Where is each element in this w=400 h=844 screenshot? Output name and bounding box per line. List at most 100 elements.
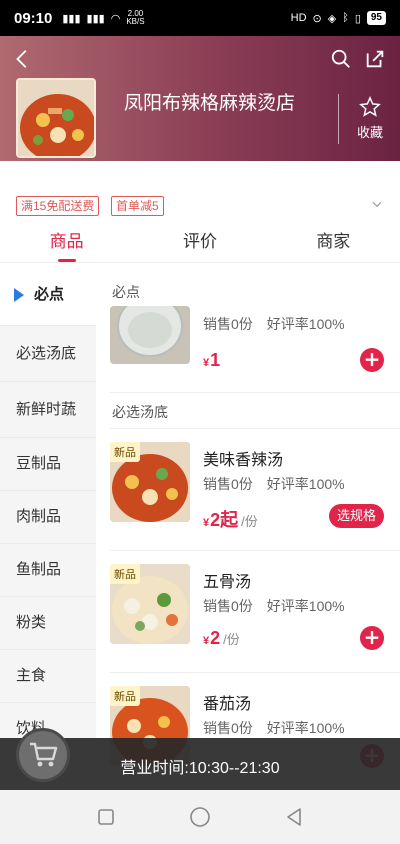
- category-sidebar: 必点 必选汤底 新鲜时蔬 豆制品 肉制品 鱼制品 粉类 主食 饮料: [0, 264, 96, 790]
- status-bar: 09:10 ▮▮▮ ▮▮▮ ◠ 2.00 KB/S HD ⊙ ◈ ᛒ ▯ 95: [0, 0, 400, 36]
- bluetooth-icon: ᛒ: [342, 12, 349, 24]
- promo-tag-first-order: 首单减5: [111, 196, 164, 216]
- sidebar-item-label: 肉制品: [16, 508, 62, 525]
- product-name: 番茄汤: [203, 696, 252, 713]
- product-unit: /份: [241, 514, 258, 529]
- selected-marker-icon: [14, 287, 24, 302]
- product-stats: 销售0份 好评率100%: [203, 596, 345, 616]
- system-nav-bar: [0, 790, 400, 844]
- search-icon[interactable]: [330, 48, 352, 70]
- vibrate-icon: ▯: [354, 12, 361, 25]
- sidebar-item-staple[interactable]: 主食: [0, 650, 96, 703]
- currency-symbol: ¥: [203, 357, 210, 369]
- back-icon[interactable]: [12, 48, 34, 70]
- sidebar-item-label: 豆制品: [16, 455, 62, 472]
- product-item[interactable]: 销售0份 好评率100% ¥1 +: [110, 306, 400, 386]
- sidebar-item-fish[interactable]: 鱼制品: [0, 544, 96, 597]
- status-time: 09:10: [14, 9, 53, 27]
- favorite-button[interactable]: 收藏: [352, 96, 388, 141]
- product-rating: 好评率100%: [266, 720, 345, 736]
- product-price-value: 2: [210, 628, 221, 648]
- wifi-icon: ◠: [110, 12, 121, 25]
- sidebar-item-noodles[interactable]: 粉类: [0, 597, 96, 650]
- sidebar-item-tofu[interactable]: 豆制品: [0, 438, 96, 491]
- chevron-down-icon[interactable]: [370, 197, 384, 211]
- share-icon[interactable]: [364, 48, 386, 70]
- new-badge: 新品: [110, 564, 140, 584]
- product-price-value: 2起: [210, 510, 239, 530]
- product-price-value: 1: [210, 350, 221, 370]
- store-header: 凤阳布辣格麻辣烫店 收藏: [0, 36, 400, 161]
- divider: [110, 672, 400, 673]
- add-to-cart-button[interactable]: +: [360, 626, 384, 650]
- promo-row: 满15免配送费 首单减5: [0, 161, 400, 223]
- section-title-soup-base: 必选汤底: [112, 404, 168, 420]
- header-nav: [0, 44, 400, 74]
- sidebar-item-label: 必选汤底: [16, 344, 77, 362]
- sidebar-item-label: 主食: [16, 667, 47, 684]
- battery-icon: 95: [366, 11, 386, 25]
- product-sales: 销售0份: [203, 598, 253, 614]
- sidebar-item-meat[interactable]: 肉制品: [0, 491, 96, 544]
- promo-tag-free-delivery: 满15免配送费: [16, 196, 100, 216]
- product-rating: 好评率100%: [266, 476, 345, 492]
- soup-bowl-icon: [18, 80, 94, 156]
- new-badge: 新品: [110, 686, 140, 706]
- product-stats: 销售0份 好评率100%: [203, 474, 345, 494]
- currency-symbol: ¥: [203, 517, 210, 529]
- sidebar-item-vegetables[interactable]: 新鲜时蔬: [0, 382, 96, 438]
- status-right-icons: HD ⊙ ◈ ᛒ ▯ 95: [291, 11, 386, 25]
- new-badge: 新品: [110, 442, 140, 462]
- product-price: ¥2/份: [203, 628, 240, 649]
- product-rating: 好评率100%: [266, 598, 345, 614]
- sidebar-item-label: 新鲜时蔬: [16, 400, 77, 418]
- cup-icon: [110, 306, 190, 364]
- recent-apps-icon[interactable]: [97, 808, 115, 826]
- store-name: 凤阳布辣格麻辣烫店: [124, 93, 296, 114]
- sidebar-item-label: 粉类: [16, 614, 47, 631]
- network-speed: 2.00 KB/S: [126, 9, 145, 26]
- product-sales: 销售0份: [203, 316, 253, 332]
- product-price: ¥1: [203, 350, 220, 371]
- location-icon: ◈: [327, 12, 337, 25]
- product-stats: 销售0份 好评率100%: [203, 718, 345, 738]
- divider: [110, 392, 400, 393]
- currency-symbol: ¥: [203, 635, 210, 647]
- cart-bar: 营业时间:10:30--21:30: [0, 728, 400, 790]
- tab-merchant[interactable]: 商家: [267, 223, 400, 262]
- product-sales: 销售0份: [203, 476, 253, 492]
- select-spec-button[interactable]: 选规格: [328, 504, 384, 528]
- hd-icon: HD: [290, 12, 307, 24]
- product-name: 美味香辣汤: [203, 452, 284, 469]
- status-left-icons: ▮▮▮ ▮▮▮ ◠ 2.00 KB/S: [62, 10, 144, 26]
- store-logo-image: [16, 78, 96, 158]
- tab-bar: 商品 评价 商家: [0, 223, 400, 263]
- product-name: 五骨汤: [203, 574, 252, 591]
- sidebar-item-must-order[interactable]: 必点: [0, 264, 96, 326]
- star-icon: [359, 96, 381, 117]
- sidebar-item-label: 必点: [34, 285, 65, 303]
- product-image: [110, 306, 190, 364]
- sidebar-item-label: 鱼制品: [16, 561, 62, 578]
- home-icon[interactable]: [189, 806, 211, 828]
- section-title-must-order: 必点: [112, 284, 140, 300]
- product-item[interactable]: 新品 美味香辣汤 销售0份 好评率100% ¥2起/份 选规格: [110, 442, 400, 552]
- product-sales: 销售0份: [203, 720, 253, 736]
- product-list: 必点 销售0份 好评率100% ¥1 + 必选汤底 新品 美味香辣汤 销售0份 …: [96, 264, 400, 790]
- add-to-cart-button[interactable]: +: [360, 348, 384, 372]
- back-nav-icon[interactable]: [285, 807, 303, 827]
- business-hours: 营业时间:10:30--21:30: [120, 760, 280, 777]
- tab-products[interactable]: 商品: [0, 223, 133, 262]
- tab-reviews[interactable]: 评价: [133, 223, 266, 262]
- product-price: ¥2起/份: [203, 506, 258, 532]
- product-stats: 销售0份 好评率100%: [203, 314, 345, 334]
- divider: [110, 550, 400, 551]
- sidebar-item-soup-base[interactable]: 必选汤底: [0, 326, 96, 382]
- product-item[interactable]: 新品 五骨汤 销售0份 好评率100% ¥2/份 +: [110, 564, 400, 674]
- divider: [110, 428, 400, 429]
- alarm-icon: ⊙: [312, 12, 322, 25]
- header-divider: [338, 94, 339, 144]
- signal-icon-2: ▮▮▮: [86, 12, 105, 25]
- signal-icon: ▮▮▮: [62, 12, 81, 25]
- favorite-label: 收藏: [356, 126, 383, 141]
